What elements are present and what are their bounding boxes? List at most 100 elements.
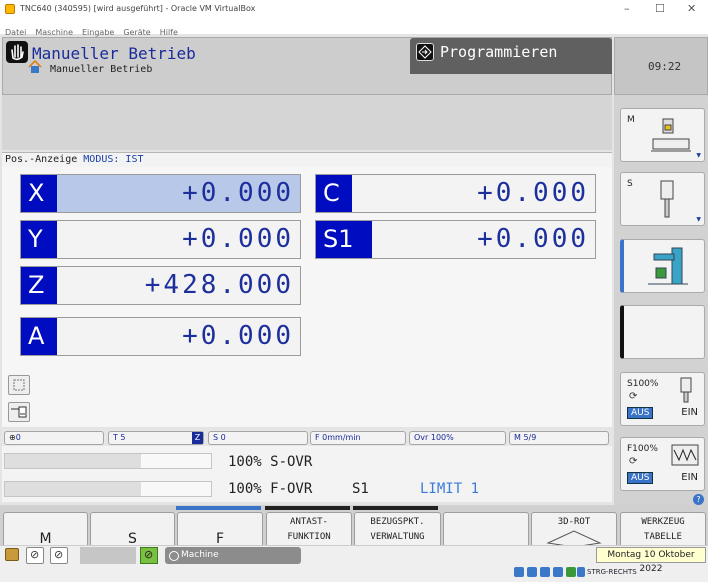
- machine-task-button[interactable]: Machine: [165, 547, 301, 564]
- help-icon[interactable]: ?: [693, 494, 704, 505]
- softkey-werkzeug-line2: TABELLE: [644, 532, 682, 542]
- axis-a-value: +0.000: [182, 321, 294, 351]
- f-override-fill: [5, 482, 141, 496]
- date-display: Montag 10 Oktober 2022: [596, 547, 706, 574]
- host-key-label: STRG-RECHTS: [587, 568, 637, 576]
- s-spindle-softkey[interactable]: S ▼: [620, 172, 705, 226]
- feed-value: F 0mm/min: [315, 433, 361, 442]
- override-box: Ovr 100%: [409, 431, 506, 445]
- feed-box: F 0mm/min: [310, 431, 406, 445]
- m-function-box: M 5/9: [509, 431, 609, 445]
- softkey-werkzeug-tabelle[interactable]: WERKZEUG TABELLE: [620, 512, 706, 546]
- tool-number: 0: [15, 433, 21, 442]
- axis-c-value: +0.000: [477, 178, 589, 208]
- window-titlebar: TNC640 (340595) [wird ausgeführt] - Orac…: [0, 0, 708, 20]
- menu-geraete[interactable]: Geräte: [123, 28, 150, 37]
- tray-display-icon: [553, 567, 563, 577]
- axis-z-letter: Z: [21, 267, 57, 304]
- tool-axis-icon[interactable]: [8, 402, 30, 422]
- softkey-3d-rot[interactable]: 3D-ROT: [531, 512, 617, 547]
- maximize-button[interactable]: ☐: [655, 2, 665, 15]
- green-app-icon[interactable]: ⊘: [140, 547, 158, 564]
- minimize-button[interactable]: –: [624, 2, 630, 15]
- clock-app-icon[interactable]: ⊘: [26, 547, 44, 564]
- axis-a-letter: A: [21, 318, 57, 355]
- softkey-werkzeug-line1: WERKZEUG: [641, 517, 685, 527]
- menu-maschine[interactable]: Maschine: [35, 28, 73, 37]
- f-override-label: F100%: [627, 444, 658, 454]
- spindle-small-icon: [680, 377, 692, 403]
- s-override-label: S100%: [627, 379, 659, 389]
- virtualbox-icon: [5, 4, 15, 14]
- axis-y-row[interactable]: Y +0.000: [20, 220, 301, 259]
- softkey-m[interactable]: M: [3, 512, 88, 547]
- s-override-bar: [4, 453, 212, 469]
- softkey-page-indicator-2: [265, 506, 350, 510]
- clock-app-icon-2[interactable]: ⊘: [50, 547, 68, 564]
- f-override-bar: [4, 481, 212, 497]
- tool-change-softkey[interactable]: [620, 239, 705, 293]
- axis-x-letter: X: [21, 175, 57, 212]
- axis-c-letter: C: [316, 175, 352, 212]
- m-function-softkey[interactable]: M ▼: [620, 108, 705, 162]
- s-aus-button[interactable]: AUS: [627, 407, 654, 419]
- program-icon: [416, 43, 434, 61]
- clock-display: 09:22: [614, 37, 708, 95]
- spindle-value: S 0: [213, 433, 226, 442]
- s-ein-button[interactable]: EIN: [681, 407, 698, 418]
- tool-number-box: ⊕0: [4, 431, 104, 445]
- f-aus-button[interactable]: AUS: [627, 472, 654, 484]
- axis-s1-letter: S1: [316, 221, 372, 258]
- menu-datei[interactable]: Datei: [5, 28, 26, 37]
- axis-y-letter: Y: [21, 221, 57, 258]
- machine-table-icon: [651, 118, 691, 152]
- tray-network-icon: [514, 567, 524, 577]
- axis-a-row[interactable]: A +0.000: [20, 317, 301, 356]
- feed-override-softkey[interactable]: F100% ⟳ AUS EIN: [620, 437, 705, 491]
- close-button[interactable]: ✕: [687, 2, 696, 15]
- axis-z-row[interactable]: Z +428.000: [20, 266, 301, 305]
- menu-hilfe[interactable]: Hilfe: [160, 28, 178, 37]
- s1-label: S1: [352, 481, 369, 497]
- clock-time: 09:22: [648, 60, 682, 73]
- tool-box: T 5 Z: [108, 431, 204, 445]
- mode-subtitle: Manueller Betrieb: [50, 64, 153, 75]
- s-override-fill: [5, 454, 141, 468]
- softkey-s[interactable]: S: [90, 512, 175, 547]
- limit-label: LIMIT 1: [420, 481, 480, 497]
- feed-wave-icon: [671, 444, 699, 466]
- axis-c-row[interactable]: C +0.000: [315, 174, 596, 213]
- softkey-antast-funktion[interactable]: ANTAST- FUNKTION: [266, 512, 352, 546]
- chevron-down-icon: ▼: [696, 216, 701, 223]
- softkey-f[interactable]: F: [177, 512, 263, 547]
- axis-s1-row[interactable]: S1 +0.000: [315, 220, 596, 259]
- axis-x-value: +0.000: [182, 178, 294, 208]
- rotation-icon: ⟳: [629, 456, 638, 467]
- tool-value: T 5: [113, 433, 126, 442]
- axis-x-row[interactable]: X +0.000: [20, 174, 301, 213]
- softkey-page-indicator-3: [353, 506, 438, 510]
- s-softkey-label: S: [627, 179, 633, 189]
- position-mode: MODUS: IST: [83, 154, 144, 165]
- menu-eingabe[interactable]: Eingabe: [82, 28, 114, 37]
- spindle-icon: [660, 180, 674, 218]
- softkey-page-indicator: [176, 506, 261, 510]
- override-value: Ovr 100%: [414, 433, 454, 442]
- softkey-empty[interactable]: [443, 512, 529, 546]
- tray-usb-icon: [527, 567, 537, 577]
- menu-bar: Datei Maschine Eingabe Geräte Hilfe: [0, 20, 708, 37]
- f-ein-button[interactable]: EIN: [681, 472, 698, 483]
- spindle-override-softkey[interactable]: S100% ⟳ AUS EIN: [620, 372, 705, 426]
- position-label: Pos.-Anzeige: [5, 154, 78, 165]
- empty-softkey[interactable]: [620, 305, 705, 359]
- hand-icon: [6, 41, 28, 63]
- softkey-bezugspkt-verwaltung[interactable]: BEZUGSPKT. VERWALTUNG: [354, 512, 441, 546]
- m-function-value: M 5/9: [514, 433, 537, 442]
- spindle-box: S 0: [208, 431, 308, 445]
- mode-title: Manueller Betrieb: [32, 44, 196, 63]
- crosshair-icon: ⊕: [9, 433, 16, 442]
- tray-cpu-icon: [566, 567, 576, 577]
- frame-icon[interactable]: [8, 375, 30, 395]
- folder-icon[interactable]: [5, 548, 19, 561]
- info-area: [2, 95, 612, 150]
